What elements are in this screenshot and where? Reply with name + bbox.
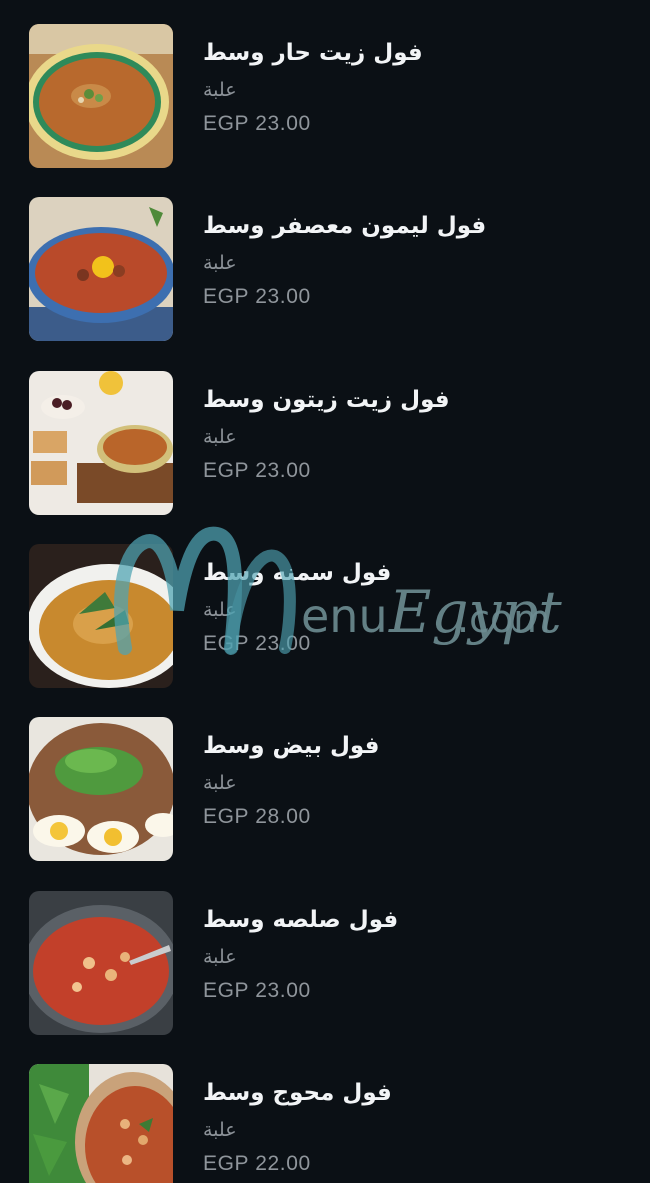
item-name: فول ليمون معصفر وسط <box>203 213 487 239</box>
item-image <box>29 891 173 1035</box>
item-price: EGP 22.00 <box>203 1152 311 1175</box>
item-name: فول سمنه وسط <box>203 560 392 586</box>
item-image <box>29 717 173 861</box>
item-unit: علبة <box>203 946 237 968</box>
item-image <box>29 197 173 341</box>
item-price: EGP 23.00 <box>203 979 311 1002</box>
menu-item[interactable]: فول محوج وسط علبة EGP 22.00 <box>29 1064 619 1183</box>
item-unit: علبة <box>203 599 237 621</box>
menu-item[interactable]: فول سمنه وسط علبة EGP 23.00 <box>29 544 619 688</box>
item-unit: علبة <box>203 79 237 101</box>
item-name: فول زيت زيتون وسط <box>203 387 450 413</box>
item-price: EGP 23.00 <box>203 632 311 655</box>
item-image <box>29 371 173 515</box>
menu-item[interactable]: فول زيت زيتون وسط علبة EGP 23.00 <box>29 371 619 515</box>
menu-item[interactable]: فول زيت حار وسط علبة EGP 23.00 <box>29 24 619 168</box>
item-price: EGP 23.00 <box>203 285 311 308</box>
item-name: فول زيت حار وسط <box>203 40 423 66</box>
item-image <box>29 1064 173 1183</box>
item-price: EGP 28.00 <box>203 805 311 828</box>
item-name: فول بيض وسط <box>203 733 380 759</box>
menu-list: فول زيت حار وسط علبة EGP 23.00 فول ليمون… <box>0 0 650 1183</box>
item-name: فول صلصه وسط <box>203 907 399 933</box>
item-unit: علبة <box>203 772 237 794</box>
item-unit: علبة <box>203 252 237 274</box>
menu-item[interactable]: فول بيض وسط علبة EGP 28.00 <box>29 717 619 861</box>
item-image <box>29 544 173 688</box>
item-price: EGP 23.00 <box>203 459 311 482</box>
item-image <box>29 24 173 168</box>
item-unit: علبة <box>203 426 237 448</box>
item-name: فول محوج وسط <box>203 1080 392 1106</box>
item-unit: علبة <box>203 1119 237 1141</box>
menu-item[interactable]: فول صلصه وسط علبة EGP 23.00 <box>29 891 619 1035</box>
menu-item[interactable]: فول ليمون معصفر وسط علبة EGP 23.00 <box>29 197 619 341</box>
item-price: EGP 23.00 <box>203 112 311 135</box>
